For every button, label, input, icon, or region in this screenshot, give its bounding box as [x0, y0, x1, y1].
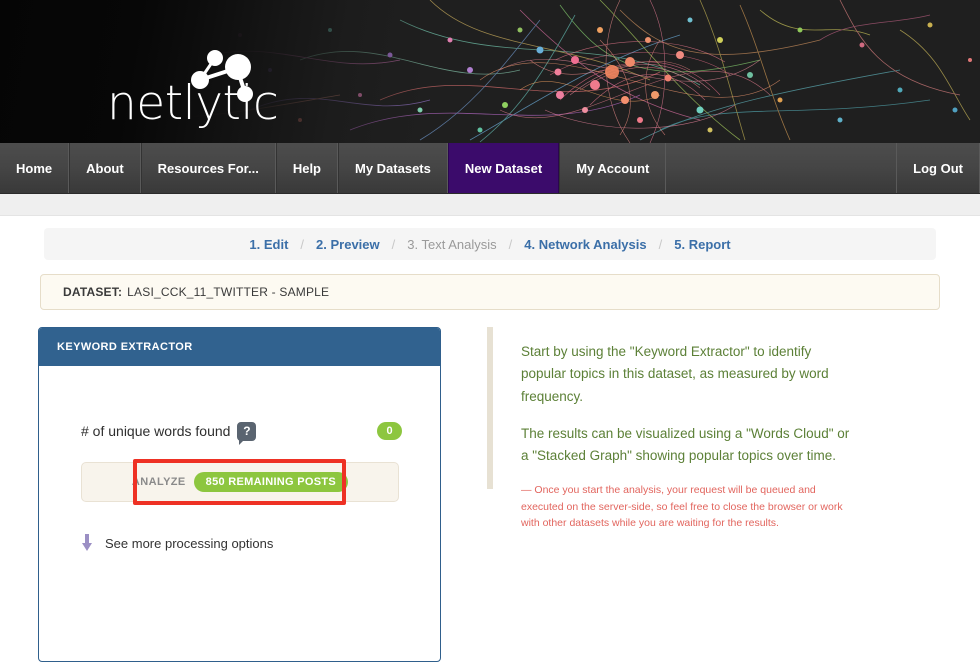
step-separator: / — [290, 237, 314, 252]
step-separator: / — [382, 237, 406, 252]
step-4-network-analysis[interactable]: 4. Network Analysis — [522, 237, 648, 252]
nav-spacer — [666, 143, 897, 193]
nav-item-about[interactable]: About — [69, 143, 141, 193]
see-more-processing-options[interactable]: See more processing options — [81, 534, 402, 552]
keyword-extractor-panel: KEYWORD EXTRACTOR # of unique words foun… — [38, 327, 441, 662]
see-more-label: See more processing options — [105, 536, 273, 551]
dataset-bar: DATASET: LASI_CCK_11_TWITTER - SAMPLE — [40, 274, 940, 310]
arrow-down-icon — [81, 534, 93, 552]
panel-title: KEYWORD EXTRACTOR — [57, 341, 193, 353]
info-paragraph-2: The results can be visualized using a "W… — [521, 423, 851, 468]
site-banner: netlytic — [0, 0, 980, 143]
netlytic-logo[interactable]: netlytic — [107, 53, 287, 133]
unique-words-label: # of unique words found — [81, 423, 230, 439]
step-2-preview[interactable]: 2. Preview — [314, 237, 382, 252]
info-paragraph-1: Start by using the "Keyword Extractor" t… — [521, 341, 851, 408]
nav-item-my-datasets[interactable]: My Datasets — [338, 143, 448, 193]
remaining-posts-pill: 850 REMAINING POSTS — [194, 472, 348, 492]
step-separator: / — [499, 237, 523, 252]
dataset-name: LASI_CCK_11_TWITTER - SAMPLE — [127, 285, 329, 299]
step-1-edit[interactable]: 1. Edit — [247, 237, 290, 252]
nav-understrip — [0, 194, 980, 216]
nav-item-new-dataset[interactable]: New Dataset — [448, 143, 559, 193]
panel-body: # of unique words found ? 0 ANALYZE 850 … — [39, 366, 440, 661]
info-queue-note: — Once you start the analysis, your requ… — [521, 482, 857, 531]
nav-item-my-account[interactable]: My Account — [559, 143, 666, 193]
analyze-button-label: ANALYZE — [132, 476, 186, 488]
question-mark-bubble-icon[interactable]: ? — [237, 422, 256, 441]
nav-item-help[interactable]: Help — [276, 143, 338, 193]
nav-right-group: Log Out — [897, 143, 980, 193]
main-navigation: Home About Resources For... Help My Data… — [0, 143, 980, 194]
nav-item-resources-for[interactable]: Resources For... — [141, 143, 276, 193]
step-5-report[interactable]: 5. Report — [672, 237, 732, 252]
workflow-steps: 1. Edit / 2. Preview / 3. Text Analysis … — [44, 228, 936, 260]
dataset-label: DATASET: — [63, 285, 122, 299]
unique-words-row: # of unique words found ? 0 — [81, 418, 402, 444]
info-column: Start by using the "Keyword Extractor" t… — [487, 327, 907, 662]
nav-item-log-out[interactable]: Log Out — [897, 143, 980, 193]
logo-wordmark: netlytic — [107, 80, 278, 127]
step-3-text-analysis: 3. Text Analysis — [405, 237, 498, 252]
info-vertical-rule — [487, 327, 493, 489]
analyze-area: ANALYZE 850 REMAINING POSTS — [81, 462, 402, 502]
main-content: KEYWORD EXTRACTOR # of unique words foun… — [0, 327, 980, 662]
analyze-button[interactable]: ANALYZE 850 REMAINING POSTS — [81, 462, 399, 502]
page-content: 1. Edit / 2. Preview / 3. Text Analysis … — [0, 228, 980, 662]
unique-words-count-badge: 0 — [377, 422, 402, 440]
nav-item-home[interactable]: Home — [0, 143, 69, 193]
panel-header: KEYWORD EXTRACTOR — [39, 328, 440, 366]
step-separator: / — [649, 237, 673, 252]
